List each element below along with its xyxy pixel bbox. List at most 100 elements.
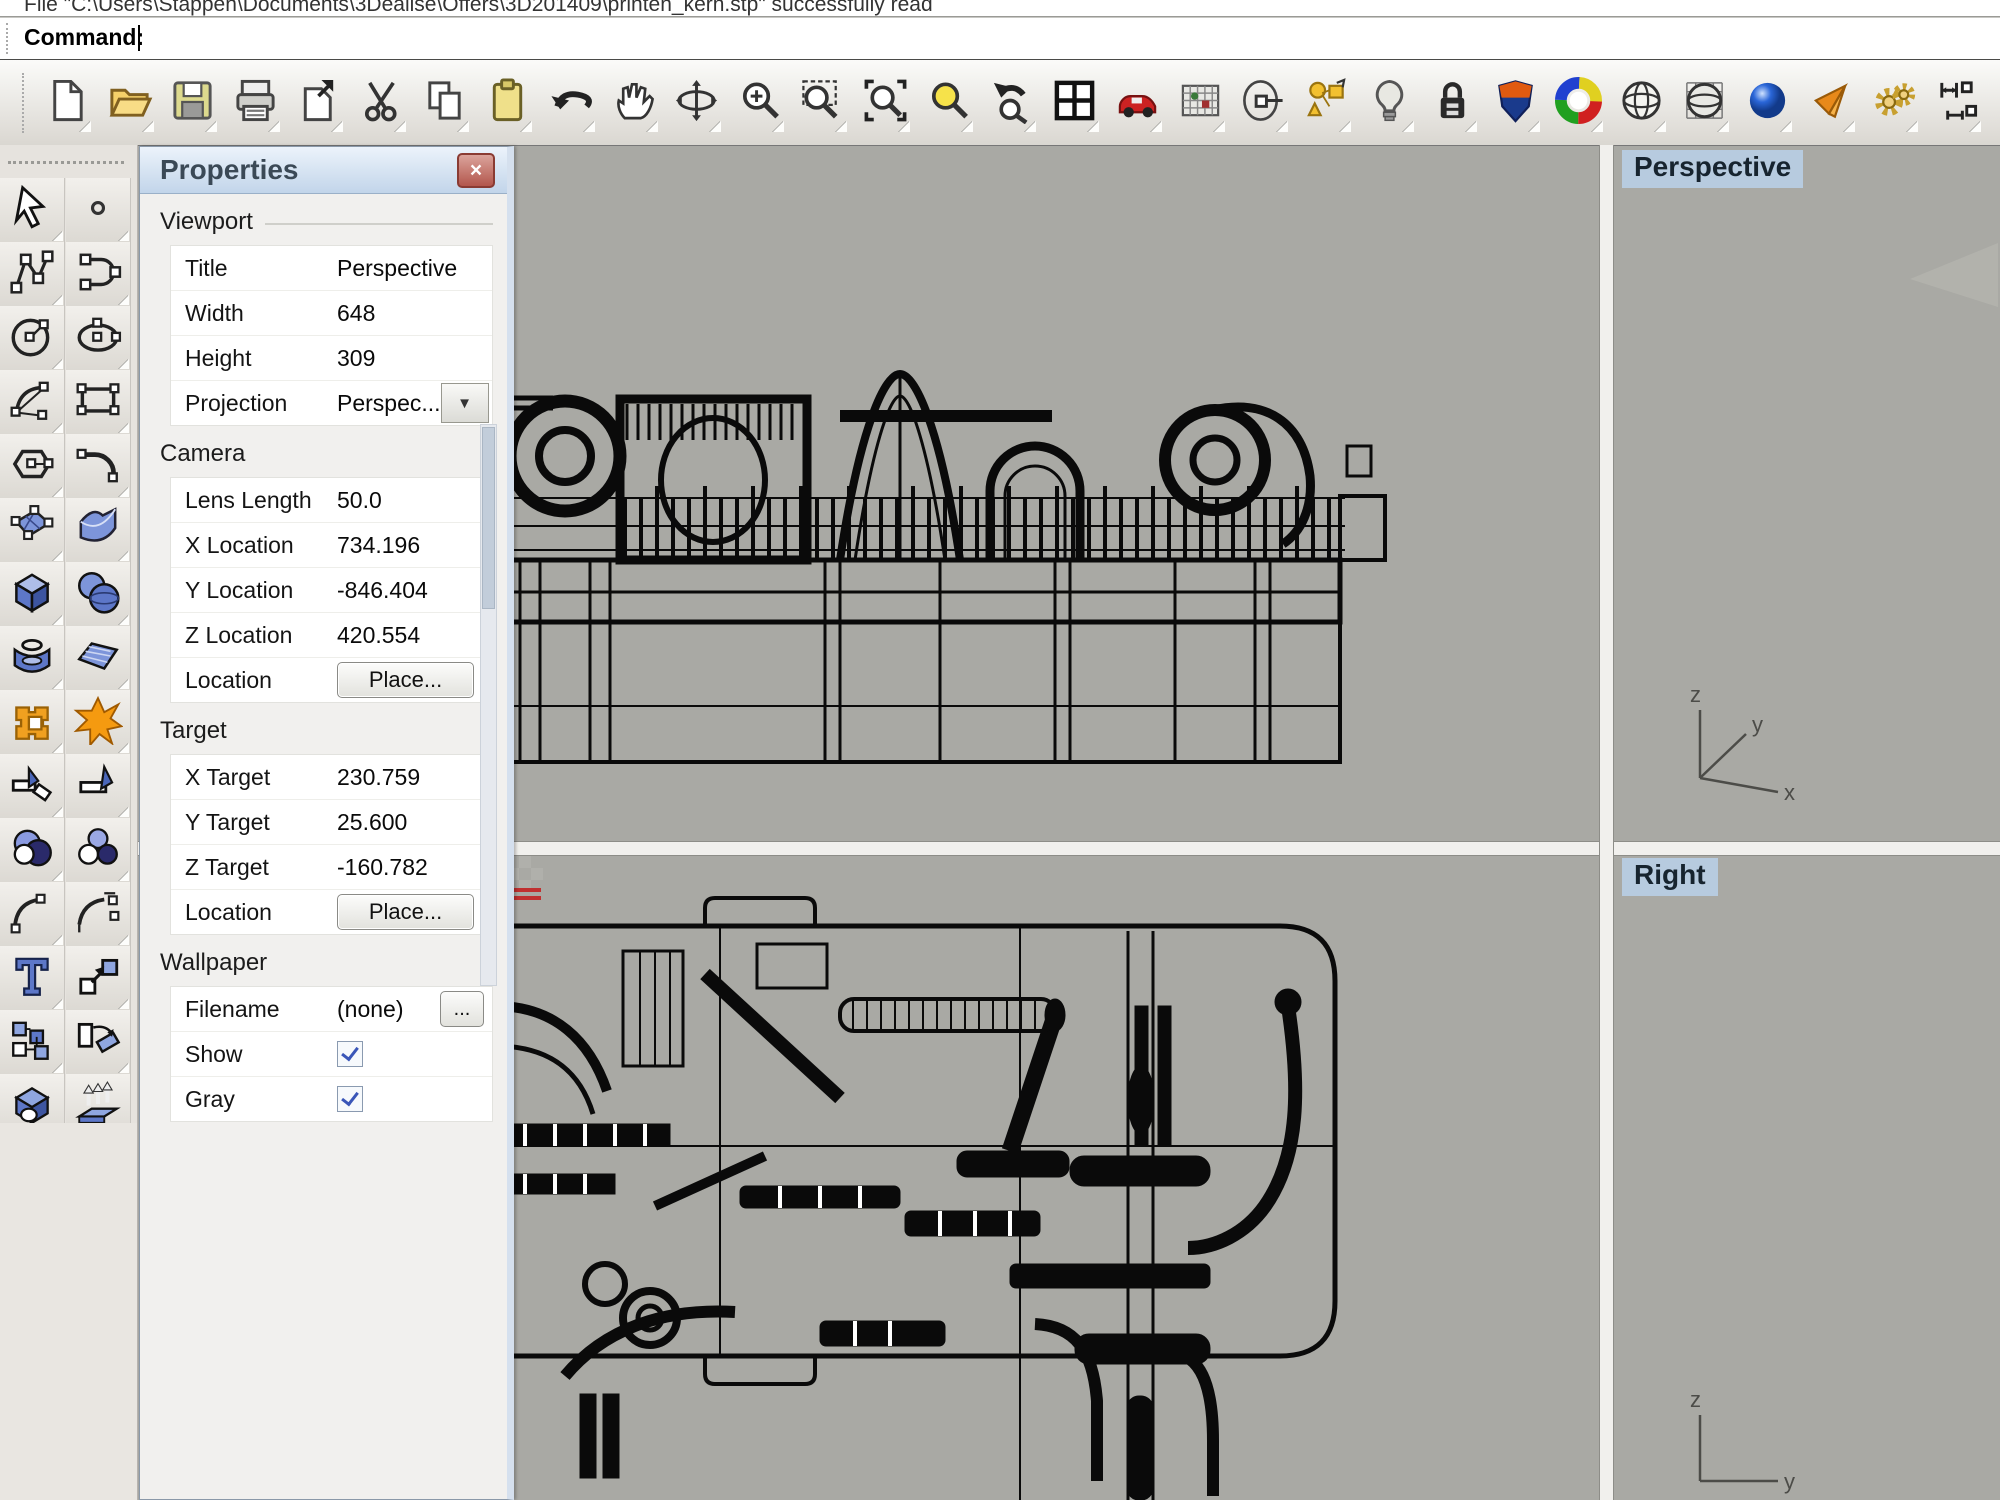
lens-length-value[interactable]: 50.0 xyxy=(337,487,484,514)
lamp-button[interactable] xyxy=(1364,72,1414,134)
rectangle-button[interactable] xyxy=(66,370,131,434)
patch-button[interactable] xyxy=(66,626,131,690)
boolean-difference-button[interactable] xyxy=(0,818,65,882)
show-checkbox[interactable] xyxy=(337,1041,363,1067)
fillet-edge-button[interactable] xyxy=(66,882,131,946)
surface-curved-icon xyxy=(73,503,123,558)
box-button[interactable] xyxy=(0,562,65,626)
dimension-button[interactable] xyxy=(1931,72,1981,134)
section-target: Target X Target 230.759 Y Target 25.600 … xyxy=(160,717,493,935)
named-view-car-button[interactable] xyxy=(1112,72,1162,134)
projection-value[interactable]: Perspec... xyxy=(337,390,441,417)
polygon-button[interactable] xyxy=(0,434,65,498)
filename-browse-button[interactable]: ... xyxy=(440,991,484,1027)
viewport-label-right[interactable]: Right xyxy=(1622,858,1718,896)
surface-curved-button[interactable] xyxy=(66,498,131,562)
filename-value[interactable]: (none) xyxy=(337,996,440,1023)
surface-points-button[interactable] xyxy=(0,498,65,562)
layer-state-button[interactable] xyxy=(1301,72,1351,134)
command-bar[interactable]: Command: xyxy=(0,17,2000,61)
zoom-selected-button[interactable] xyxy=(923,72,973,134)
move-button[interactable] xyxy=(66,946,131,1010)
camera-place-button[interactable]: Place... xyxy=(337,662,474,698)
viewport-layout-button[interactable] xyxy=(1049,72,1099,134)
sphere-button[interactable] xyxy=(66,562,131,626)
render-preview-button[interactable] xyxy=(1805,72,1855,134)
cut-button[interactable] xyxy=(356,72,406,134)
curve-interpolate-button[interactable] xyxy=(66,242,131,306)
trim-button[interactable] xyxy=(0,754,65,818)
width-value[interactable]: 648 xyxy=(337,300,484,327)
render-plugin-shield-button[interactable] xyxy=(1490,72,1540,134)
viewport-vertical-splitter[interactable] xyxy=(1599,145,1614,1500)
gray-checkbox[interactable] xyxy=(337,1086,363,1112)
arc-button[interactable] xyxy=(0,370,65,434)
title-value[interactable]: Perspective xyxy=(337,255,484,282)
split-button[interactable] xyxy=(66,754,131,818)
y-target-value[interactable]: 25.600 xyxy=(337,809,484,836)
pan-button[interactable] xyxy=(608,72,658,134)
properties-titlebar[interactable]: Properties × xyxy=(140,147,507,194)
section-camera-title: Camera xyxy=(160,440,493,468)
z-target-value[interactable]: -160.782 xyxy=(337,854,484,881)
open-file-button[interactable] xyxy=(104,72,154,134)
boolean-union-button[interactable] xyxy=(0,690,65,754)
sphere-icon xyxy=(73,567,123,622)
circle-button[interactable] xyxy=(0,306,65,370)
x-location-value[interactable]: 734.196 xyxy=(337,532,484,559)
row-height: Height 309 xyxy=(171,336,492,381)
ellipse-button[interactable] xyxy=(66,306,131,370)
close-icon[interactable]: × xyxy=(457,153,495,188)
cplane-button[interactable] xyxy=(1238,72,1288,134)
text-icon xyxy=(7,951,57,1006)
options-button[interactable] xyxy=(1868,72,1918,134)
curve-blend-button[interactable] xyxy=(66,434,131,498)
text-button[interactable] xyxy=(0,946,65,1010)
height-value[interactable]: 309 xyxy=(337,345,484,372)
select-button[interactable] xyxy=(0,178,65,242)
target-place-button[interactable]: Place... xyxy=(337,894,474,930)
projection-dropdown-button[interactable]: ▼ xyxy=(441,383,489,423)
explode-button[interactable] xyxy=(66,690,131,754)
save-file-button[interactable] xyxy=(167,72,217,134)
export-button[interactable] xyxy=(293,72,343,134)
render-icon xyxy=(1744,77,1791,129)
print-button[interactable] xyxy=(230,72,280,134)
y-location-value[interactable]: -846.404 xyxy=(337,577,484,604)
block-button[interactable] xyxy=(0,1010,65,1074)
new-file-button[interactable] xyxy=(41,72,91,134)
open-file-icon xyxy=(106,77,153,129)
texture-map-button[interactable] xyxy=(1175,72,1225,134)
x-target-value[interactable]: 230.759 xyxy=(337,764,484,791)
shaded-display-button[interactable] xyxy=(1679,72,1729,134)
toolbar-grip[interactable] xyxy=(22,73,24,133)
zoom-dynamic-button[interactable] xyxy=(734,72,784,134)
boolean-intersection-button[interactable] xyxy=(66,818,131,882)
command-input-caret xyxy=(138,25,140,51)
fillet-curve-button[interactable] xyxy=(0,882,65,946)
point-button[interactable] xyxy=(66,178,131,242)
array-button[interactable] xyxy=(66,1010,131,1074)
zoom-window-button[interactable] xyxy=(797,72,847,134)
command-bar-grip[interactable] xyxy=(6,23,8,54)
color-wheel-button[interactable] xyxy=(1553,72,1603,134)
help-button[interactable]: ? xyxy=(1994,72,2000,134)
undo-view-button[interactable] xyxy=(986,72,1036,134)
curve-button[interactable] xyxy=(0,242,65,306)
lock-button[interactable] xyxy=(1427,72,1477,134)
row-gray: Gray xyxy=(171,1077,492,1121)
render-button[interactable] xyxy=(1742,72,1792,134)
zoom-extents-button[interactable] xyxy=(860,72,910,134)
box-icon xyxy=(7,567,57,622)
cylinder-button[interactable] xyxy=(0,626,65,690)
copy-button[interactable] xyxy=(419,72,469,134)
z-location-value[interactable]: 420.554 xyxy=(337,622,484,649)
paste-button[interactable] xyxy=(482,72,532,134)
viewport-label-perspective[interactable]: Perspective xyxy=(1622,150,1803,188)
section-wallpaper: Wallpaper Filename (none) ... Show Gray xyxy=(160,949,493,1122)
palette-grip[interactable] xyxy=(8,161,124,174)
undo-button[interactable] xyxy=(545,72,595,134)
wireframe-display-button[interactable] xyxy=(1616,72,1666,134)
properties-scrollbar[interactable] xyxy=(480,424,497,986)
rotate-view-button[interactable] xyxy=(671,72,721,134)
